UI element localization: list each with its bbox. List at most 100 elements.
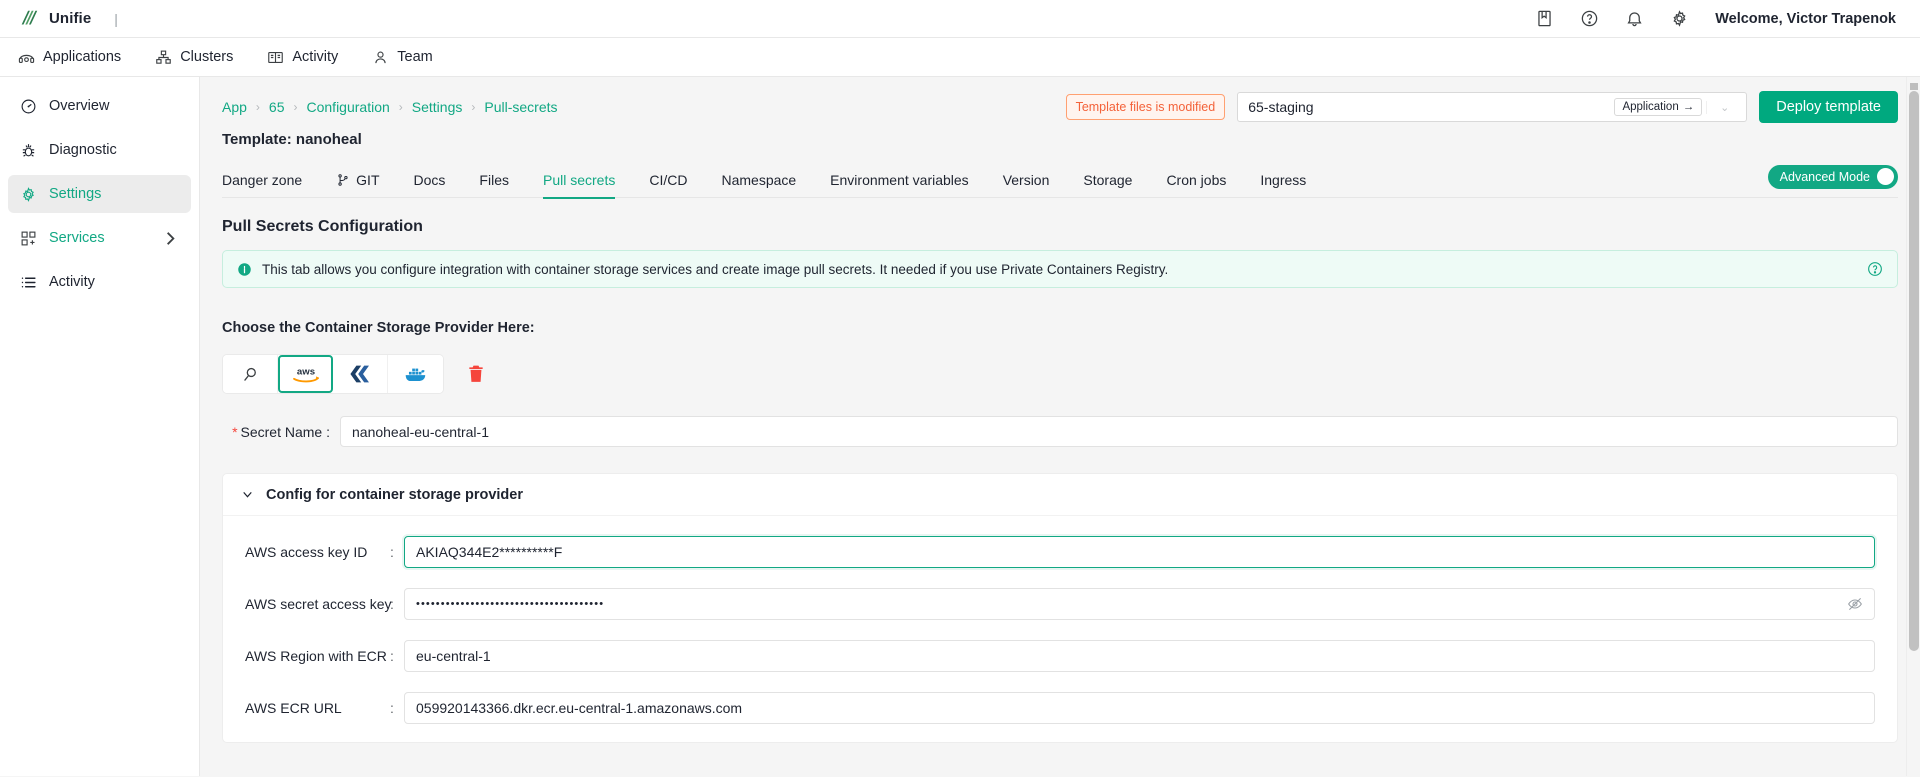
sidebar-item-overview[interactable]: Overview xyxy=(8,87,191,125)
help-circle-icon[interactable] xyxy=(1867,261,1883,277)
book-icon[interactable] xyxy=(1535,9,1554,28)
breadcrumb-separator: › xyxy=(399,100,403,114)
provider-aws-button[interactable]: aws xyxy=(278,355,333,393)
breadcrumb-item-app[interactable]: App xyxy=(222,99,247,115)
provider-harbor-button[interactable] xyxy=(333,355,388,393)
nav-item-applications[interactable]: Applications xyxy=(18,49,121,66)
tab-storage[interactable]: Storage xyxy=(1066,162,1149,198)
aws-access-key-id-input[interactable]: AKIAQ344E2**********F xyxy=(404,536,1875,568)
masked-value: •••••••••••••••••••••••••••••••••••••• xyxy=(416,598,604,610)
tab-environment-variables[interactable]: Environment variables xyxy=(813,162,986,198)
info-banner: This tab allows you configure integratio… xyxy=(222,250,1898,288)
provider-docker-button[interactable] xyxy=(388,355,443,393)
top-bar: Unifie | Welcome, Victor Trapenok xyxy=(0,0,1920,38)
content-area: App › 65 › Configuration › Settings › Pu… xyxy=(200,77,1920,776)
aws-ecr-url-input[interactable]: 059920143366.dkr.ecr.eu-central-1.amazon… xyxy=(404,692,1875,724)
breadcrumb: App › 65 › Configuration › Settings › Pu… xyxy=(222,99,558,115)
secret-name-row: *Secret Name : nanoheal-eu-central-1 xyxy=(222,416,1898,447)
field-row-access-key-id: AWS access key ID : AKIAQ344E2**********… xyxy=(223,536,1897,568)
nav-item-team[interactable]: Team xyxy=(372,49,432,66)
vertical-scrollbar[interactable] xyxy=(1906,77,1920,776)
chevron-down-icon[interactable] xyxy=(241,488,254,501)
template-modified-badge: Template files is modified xyxy=(1066,94,1226,120)
deploy-template-button[interactable]: Deploy template xyxy=(1759,91,1898,123)
field-row-secret-access-key: AWS secret access key : ••••••••••••••••… xyxy=(223,588,1897,620)
breadcrumb-row: App › 65 › Configuration › Settings › Pu… xyxy=(200,77,1920,123)
page-title: Template: nanoheal xyxy=(200,123,1920,148)
sidebar-item-settings[interactable]: Settings xyxy=(8,175,191,213)
provider-chooser: aws xyxy=(222,354,1898,394)
help-circle-icon[interactable] xyxy=(1580,9,1599,28)
brand-name: Unifie xyxy=(49,10,91,27)
chevron-down-icon[interactable]: ⌄ xyxy=(1706,101,1742,114)
secret-name-label: *Secret Name : xyxy=(222,424,340,440)
nav-item-activity[interactable]: Activity xyxy=(267,49,338,66)
nav-label: Applications xyxy=(43,49,121,65)
field-colon: : xyxy=(390,544,404,560)
tab-label: Environment variables xyxy=(830,172,969,188)
tab-git[interactable]: GIT xyxy=(319,162,396,198)
tab-label: Storage xyxy=(1083,172,1132,188)
sidebar-item-label: Settings xyxy=(49,186,101,202)
field-colon: : xyxy=(390,596,404,612)
tab-namespace[interactable]: Namespace xyxy=(704,162,813,198)
advanced-mode-toggle[interactable]: Advanced Mode xyxy=(1768,165,1898,189)
environment-select-value: 65-staging xyxy=(1248,99,1614,115)
trash-icon[interactable] xyxy=(466,363,486,385)
aws-secret-access-key-input[interactable]: •••••••••••••••••••••••••••••••••••••• xyxy=(404,588,1875,620)
secret-name-input[interactable]: nanoheal-eu-central-1 xyxy=(340,416,1898,447)
tab-label: Pull secrets xyxy=(543,172,615,188)
info-circle-icon xyxy=(237,262,252,277)
config-card: Config for container storage provider AW… xyxy=(222,473,1898,743)
tab-files[interactable]: Files xyxy=(462,162,526,198)
sidebar-item-activity[interactable]: Activity xyxy=(8,263,191,301)
svg-text:aws: aws xyxy=(296,367,314,378)
required-marker: * xyxy=(232,424,237,440)
gear-icon[interactable] xyxy=(1670,9,1689,28)
aws-region-input[interactable]: eu-central-1 xyxy=(404,640,1875,672)
provider-button-group: aws xyxy=(222,354,444,394)
aws-logo-icon: aws xyxy=(288,362,324,386)
tab-docs[interactable]: Docs xyxy=(397,162,463,198)
tab-ingress[interactable]: Ingress xyxy=(1243,162,1323,198)
provider-search-button[interactable] xyxy=(223,355,278,393)
tab-cron-jobs[interactable]: Cron jobs xyxy=(1149,162,1243,198)
breadcrumb-separator: › xyxy=(256,100,260,114)
breadcrumb-item-settings[interactable]: Settings xyxy=(412,99,463,115)
field-label: AWS access key ID xyxy=(245,544,390,560)
secret-name-label-text: Secret Name : xyxy=(241,424,330,440)
tabs-row: Danger zone GIT Docs Files Pull secrets xyxy=(222,162,1898,198)
tab-ci-cd[interactable]: CI/CD xyxy=(632,162,704,198)
tab-label: GIT xyxy=(356,172,379,188)
sidebar-item-services[interactable]: Services xyxy=(8,219,191,257)
bell-icon[interactable] xyxy=(1625,9,1644,28)
scrollbar-thumb[interactable] xyxy=(1909,91,1919,651)
breadcrumb-separator: › xyxy=(294,100,298,114)
tab-label: Docs xyxy=(414,172,446,188)
tab-version[interactable]: Version xyxy=(986,162,1067,198)
brand[interactable]: Unifie | xyxy=(18,8,118,30)
breadcrumb-item-configuration[interactable]: Configuration xyxy=(307,99,390,115)
tab-label: Ingress xyxy=(1260,172,1306,188)
sidebar-item-diagnostic[interactable]: Diagnostic xyxy=(8,131,191,169)
breadcrumb-item-65[interactable]: 65 xyxy=(269,99,285,115)
header-actions: Template files is modified 65-staging Ap… xyxy=(1066,91,1898,123)
breadcrumb-item-pull-secrets[interactable]: Pull-secrets xyxy=(484,99,557,115)
tab-danger-zone[interactable]: Danger zone xyxy=(222,162,319,198)
nav-label: Clusters xyxy=(180,49,233,65)
tab-label: Danger zone xyxy=(222,172,302,188)
grid-plus-icon xyxy=(20,230,37,247)
advanced-mode-label: Advanced Mode xyxy=(1780,170,1870,184)
info-banner-text: This tab allows you configure integratio… xyxy=(262,262,1168,277)
nav-item-clusters[interactable]: Clusters xyxy=(155,49,233,66)
tab-label: CI/CD xyxy=(649,172,687,188)
field-colon: : xyxy=(390,648,404,664)
tab-pull-secrets[interactable]: Pull secrets xyxy=(526,162,632,198)
field-label: AWS ECR URL xyxy=(245,700,390,716)
environment-select[interactable]: 65-staging Application → ⌄ xyxy=(1237,92,1747,122)
config-card-header[interactable]: Config for container storage provider xyxy=(223,474,1897,516)
field-row-ecr-url: AWS ECR URL : 059920143366.dkr.ecr.eu-ce… xyxy=(223,692,1897,724)
eye-off-icon[interactable] xyxy=(1847,596,1863,612)
top-bar-actions: Welcome, Victor Trapenok xyxy=(1535,9,1902,28)
sidebar-item-label: Diagnostic xyxy=(49,142,117,158)
